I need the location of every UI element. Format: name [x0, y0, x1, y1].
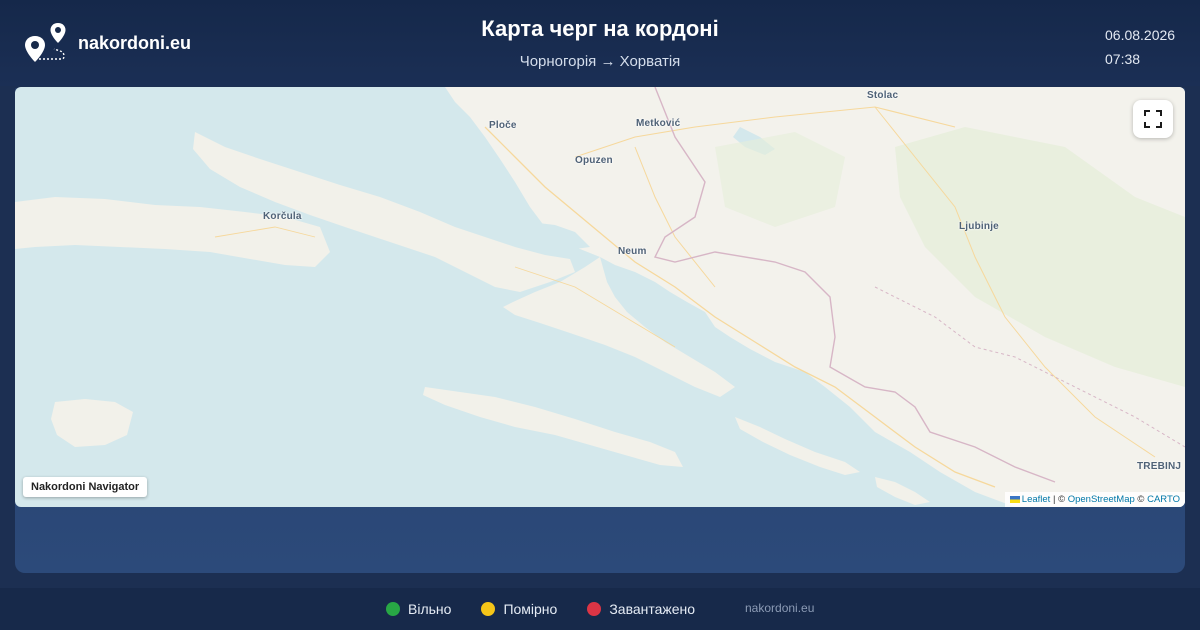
- attribution-separator: | ©: [1050, 494, 1068, 505]
- map-attribution: Leaflet | © OpenStreetMap © CARTO: [1004, 492, 1185, 507]
- time-text: 07:38: [1105, 51, 1141, 67]
- place-label-opuzen: Opuzen: [575, 155, 613, 166]
- legend-item-moderate: Помірно: [481, 601, 557, 617]
- place-label-korcula: Korčula: [263, 211, 302, 222]
- place-label-trebinje: TREBINJ: [1137, 461, 1182, 472]
- fullscreen-button[interactable]: [1133, 100, 1173, 138]
- place-label-ljubinje: Ljubinje: [959, 221, 999, 232]
- place-label-stolac: Stolac: [867, 90, 899, 101]
- status-dot-green: [386, 602, 400, 616]
- place-label-metkovic: Metković: [636, 118, 681, 129]
- legend-label: Помірно: [503, 601, 558, 617]
- navigator-badge[interactable]: Nakordoni Navigator: [23, 477, 148, 497]
- footer-site-link[interactable]: nakordoni.eu: [745, 601, 814, 615]
- route-subtitle: Чорногорія → Хорватія: [519, 53, 681, 70]
- legend-label: Завантажено: [609, 601, 696, 617]
- status-dot-yellow: [481, 602, 496, 616]
- map[interactable]: Ploče Metković Stolac Opuzen Korčula Neu…: [15, 87, 1185, 507]
- place-label-ploce: Ploče: [489, 120, 517, 131]
- legend-item-free: Вільно: [386, 601, 451, 617]
- legend-item-busy: Завантажено: [587, 601, 695, 617]
- carto-link[interactable]: CARTO: [1147, 494, 1180, 505]
- leaflet-link[interactable]: Leaflet: [1022, 494, 1051, 505]
- status-dot-red: [587, 602, 602, 616]
- legend: Вільно Помірно Завантажено: [386, 601, 725, 617]
- fullscreen-icon: [1144, 110, 1162, 128]
- legend-label: Вільно: [408, 601, 452, 617]
- place-label-neum: Neum: [618, 246, 647, 257]
- header: nakordoni.eu Карта черг на кордоні Чорно…: [0, 0, 1200, 86]
- attribution-separator: ©: [1134, 494, 1148, 505]
- title-block: Карта черг на кордоні Чорногорія → Хорва…: [0, 16, 1200, 70]
- map-tiles: [15, 87, 1185, 507]
- page-title: Карта черг на кордоні: [481, 16, 719, 41]
- osm-link[interactable]: OpenStreetMap: [1068, 494, 1135, 505]
- footer: Вільно Помірно Завантажено nakordoni.eu: [0, 588, 1200, 630]
- ukraine-flag-icon: [1009, 496, 1020, 503]
- date-text: 06.08.2026: [1105, 27, 1176, 43]
- datetime: 06.08.2026 07:38: [1105, 23, 1175, 71]
